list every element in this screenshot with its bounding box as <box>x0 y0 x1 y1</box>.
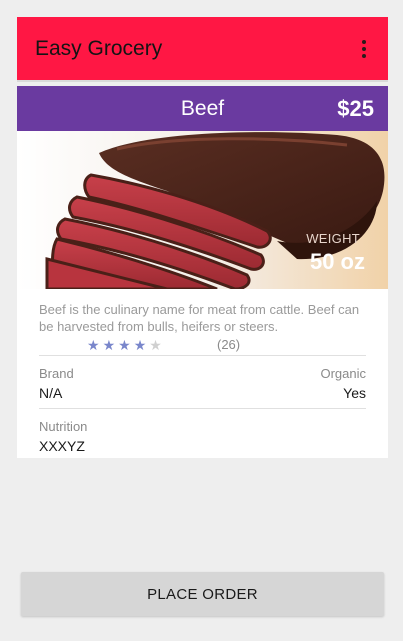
rating-row: ★ ★ ★ ★ ★ (26) <box>39 337 366 355</box>
app-title: Easy Grocery <box>35 36 163 60</box>
star-icon: ★ <box>87 337 100 353</box>
star-icon: ★ <box>118 337 131 353</box>
place-order-button[interactable]: PLACE ORDER <box>21 572 384 616</box>
brand-label: Brand <box>39 366 74 381</box>
star-rating: ★ ★ ★ ★ ★ <box>87 338 162 352</box>
app-bar: Easy Grocery <box>17 17 388 80</box>
star-icon: ★ <box>149 337 162 353</box>
dot <box>362 53 366 58</box>
weight-value: 50 oz <box>309 249 365 274</box>
star-icon: ★ <box>133 337 147 353</box>
product-image: WEIGHT 50 oz <box>17 131 388 289</box>
weight-label: WEIGHT <box>306 231 360 246</box>
organic-label: Organic <box>320 366 366 381</box>
brand-organic-row: Brand N/A Organic Yes <box>39 356 366 408</box>
dot <box>362 39 366 44</box>
more-vert-icon[interactable] <box>352 34 376 64</box>
brand-value: N/A <box>39 385 63 401</box>
nutrition-row: Nutrition XXXYZ <box>39 409 366 458</box>
review-count: (26) <box>217 337 241 352</box>
app-screen: Easy Grocery Beef $25 WEIGHT 50 oz Beef … <box>0 0 403 641</box>
nutrition-label: Nutrition <box>39 419 88 434</box>
product-price: $25 <box>337 96 374 121</box>
product-card: Beef $25 WEIGHT 50 oz Beef is the culina… <box>17 86 388 458</box>
star-icon: ★ <box>102 337 116 353</box>
dot <box>362 46 366 51</box>
nutrition-value: XXXYZ <box>39 438 85 454</box>
product-name: Beef <box>180 97 225 120</box>
product-description: Beef is the culinary name for meat from … <box>39 302 360 334</box>
product-header: Beef $25 <box>17 86 388 131</box>
organic-value: Yes <box>343 385 366 401</box>
